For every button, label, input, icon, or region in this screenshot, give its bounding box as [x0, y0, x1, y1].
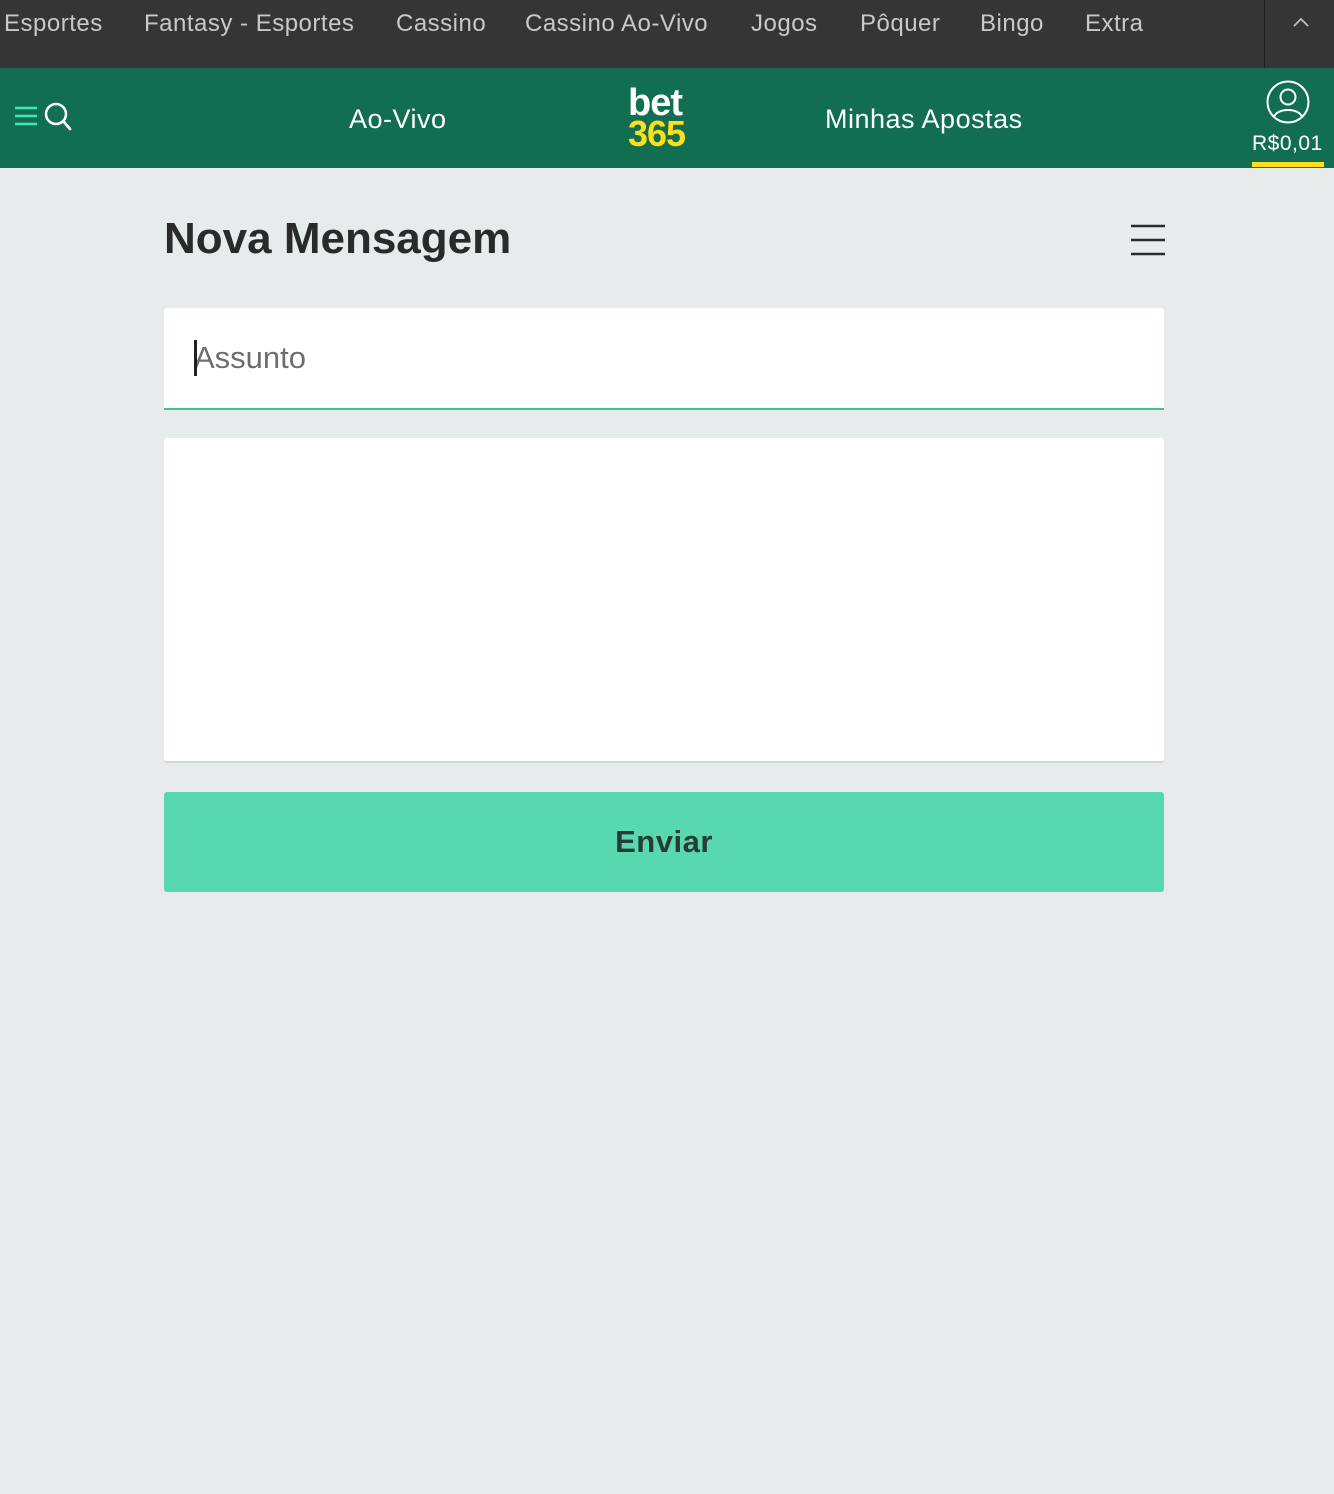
balance-underline [1252, 162, 1324, 167]
text-cursor [194, 340, 197, 376]
nav-item-cassino-ao-vivo[interactable]: Cassino Ao-Vivo [525, 10, 708, 38]
nav-item-poquer[interactable]: Pôquer [860, 10, 940, 38]
collapse-nav-button[interactable] [1265, 0, 1334, 68]
search-icon[interactable] [44, 102, 72, 132]
nav-item-jogos[interactable]: Jogos [751, 10, 818, 38]
send-button[interactable]: Enviar [164, 792, 1164, 892]
hamburger-menu-icon[interactable] [14, 106, 38, 126]
message-textarea[interactable] [164, 438, 1164, 763]
nav-item-cassino[interactable]: Cassino [396, 10, 486, 38]
bet365-logo[interactable]: bet 365 [626, 84, 706, 154]
logo-text-365: 365 [628, 113, 686, 154]
account-balance: R$0,01 [1252, 132, 1323, 155]
live-link[interactable]: Ao-Vivo [349, 104, 447, 135]
chevron-up-icon [1293, 17, 1309, 27]
nav-item-fantasy-esportes[interactable]: Fantasy - Esportes [144, 10, 354, 38]
user-avatar-icon [1266, 80, 1310, 124]
nav-item-bingo[interactable]: Bingo [980, 10, 1044, 38]
my-bets-link[interactable]: Minhas Apostas [825, 104, 1023, 135]
product-nav: Esportes Fantasy - Esportes Cassino Cass… [0, 0, 1334, 68]
nav-item-esportes[interactable]: Esportes [4, 10, 103, 38]
options-menu-icon[interactable] [1130, 224, 1166, 256]
nav-item-extra[interactable]: Extra [1085, 10, 1144, 38]
account-button[interactable]: R$0,01 [1246, 68, 1330, 168]
subject-input[interactable] [164, 308, 1164, 410]
page-title: Nova Mensagem [164, 214, 512, 263]
site-header: Ao-Vivo bet 365 Minhas Apostas R$0,01 [0, 68, 1334, 168]
